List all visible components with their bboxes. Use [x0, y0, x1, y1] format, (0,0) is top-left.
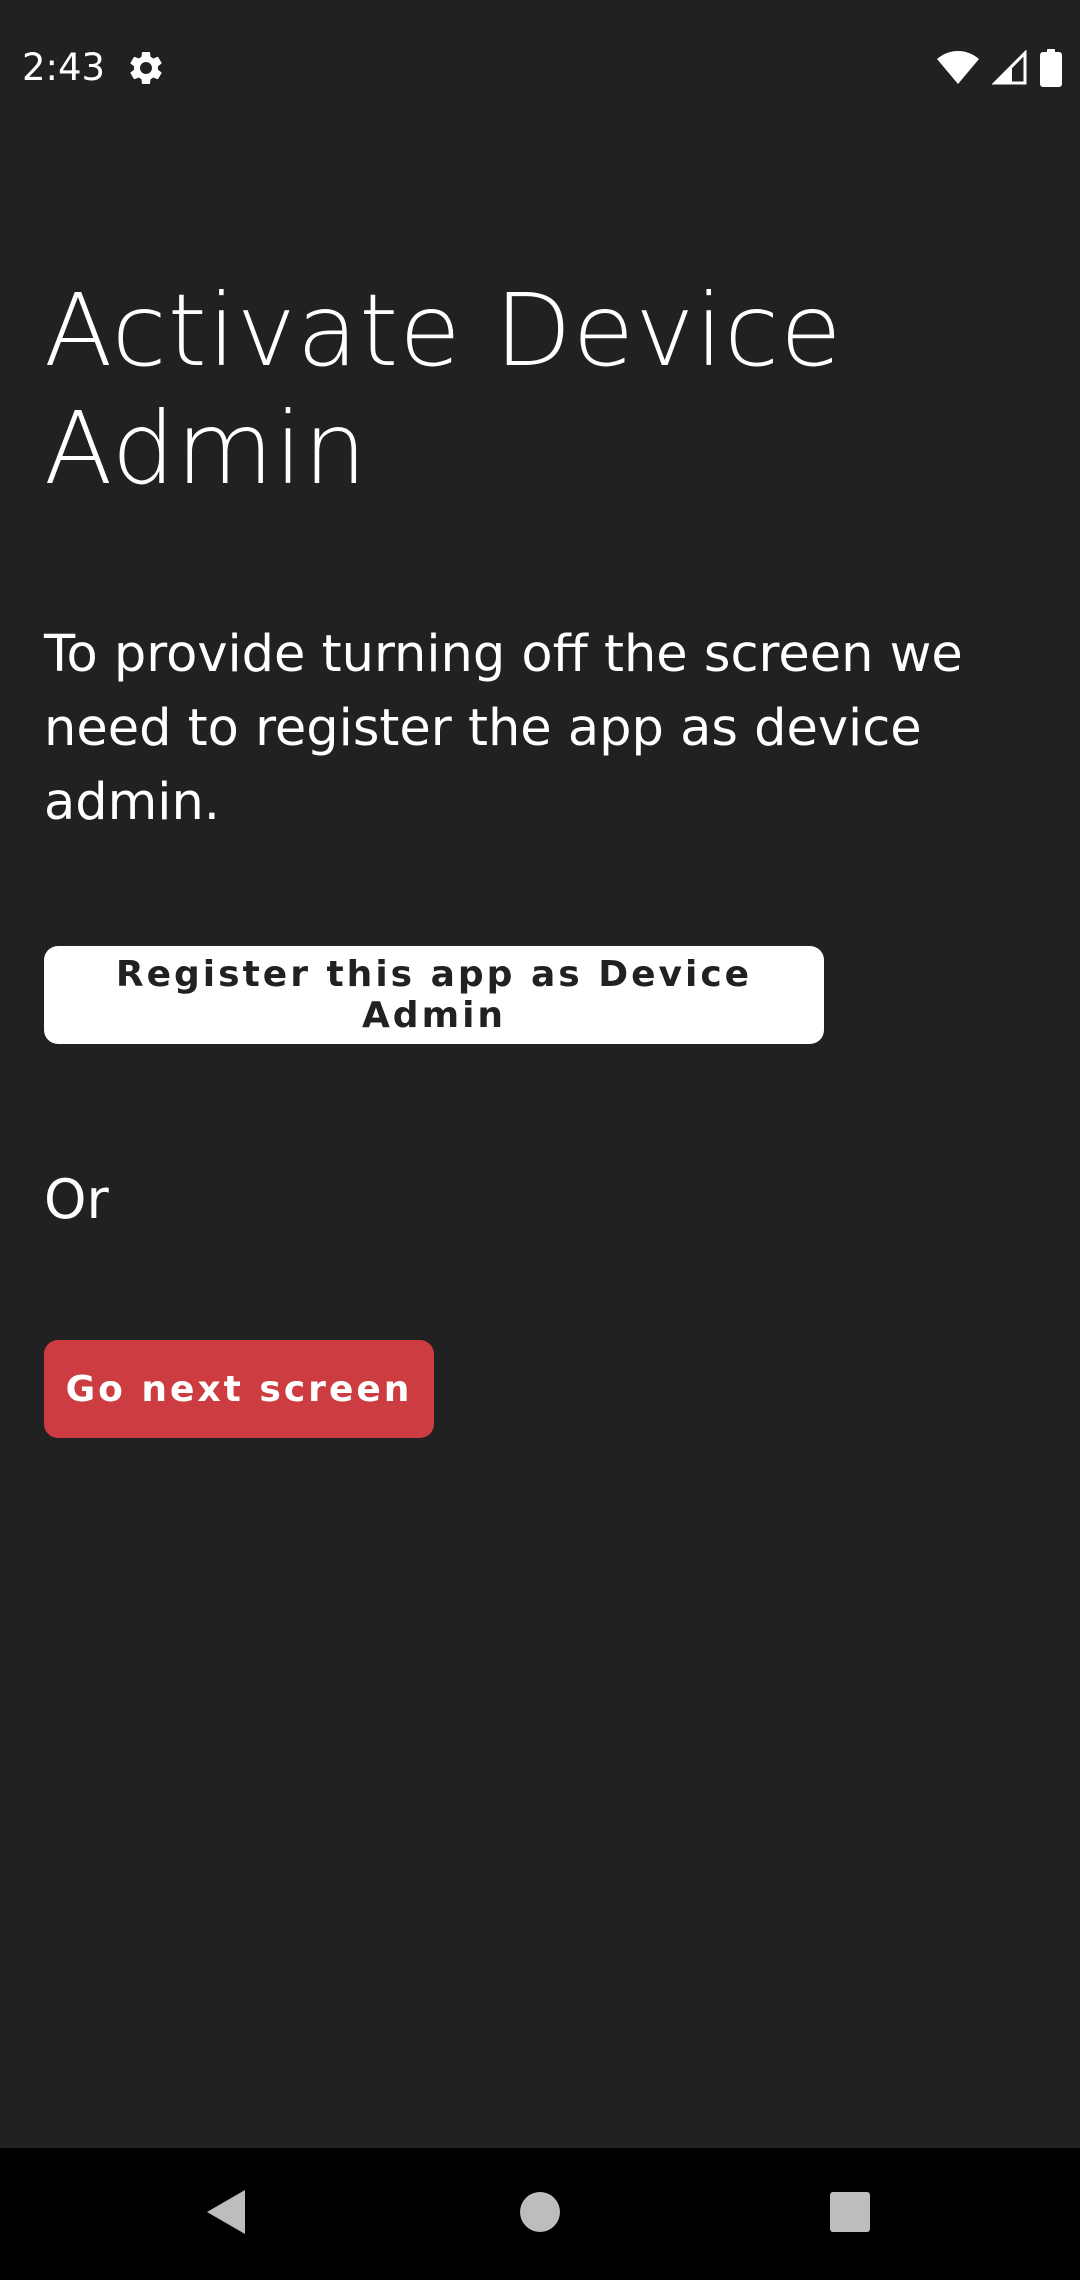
cell-signal-icon	[992, 50, 1028, 86]
home-button[interactable]	[470, 2148, 610, 2280]
device-admin-screen: 2:43 Activate Device Admin To provide tu…	[0, 0, 1080, 2280]
or-label: Or	[44, 1168, 109, 1231]
home-icon	[518, 2190, 562, 2238]
status-time: 2:43	[22, 46, 106, 89]
recents-icon	[829, 2191, 871, 2237]
wifi-icon	[936, 50, 980, 86]
gear-icon	[126, 48, 166, 88]
go-next-screen-button[interactable]: Go next screen	[44, 1340, 434, 1438]
description-text: To provide turning off the screen we nee…	[44, 625, 963, 832]
register-device-admin-button[interactable]: Register this app as Device Admin	[44, 946, 824, 1044]
back-button[interactable]	[156, 2148, 296, 2280]
battery-icon	[1040, 49, 1062, 87]
navigation-bar	[0, 2148, 1080, 2280]
status-icons	[936, 48, 1062, 88]
status-bar: 2:43	[0, 0, 1080, 135]
page-title: Activate Device Admin	[44, 272, 843, 507]
back-icon	[205, 2188, 247, 2240]
recents-button[interactable]	[780, 2148, 920, 2280]
